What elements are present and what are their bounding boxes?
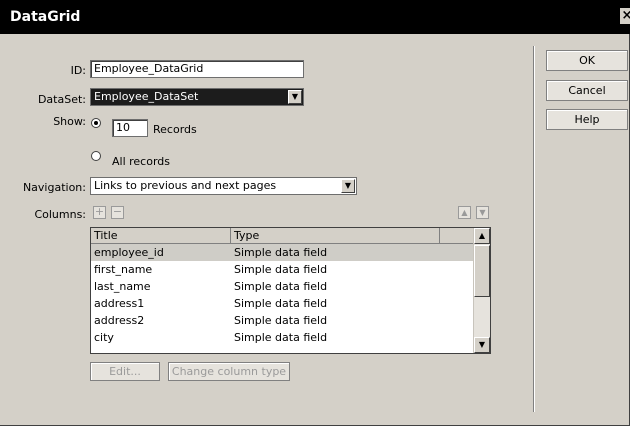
id-field[interactable]: Employee_DataGrid [90,60,304,78]
cell-title: address1 [94,297,145,310]
remove-column-button[interactable]: − [111,206,124,219]
help-button[interactable]: Help [546,109,628,130]
table-header: Title Type [91,228,474,244]
add-column-button[interactable]: + [93,206,106,219]
table-scrollbar[interactable]: ▲ ▼ [473,228,490,353]
dataset-label: DataSet: [37,93,86,106]
table-row[interactable]: last_name Simple data field [91,278,474,295]
cell-type: Simple data field [234,246,328,259]
table-row[interactable]: employee_id Simple data field [91,244,474,261]
cell-type: Simple data field [234,297,328,310]
all-records-radio[interactable] [91,151,101,161]
columns-label: Columns: [34,208,86,221]
cell-type: Simple data field [234,314,328,327]
scroll-up-icon[interactable]: ▲ [474,228,490,244]
cell-title: address2 [94,314,145,327]
ok-button[interactable]: OK [546,50,628,71]
cell-title: employee_id [94,246,164,259]
cell-title: first_name [94,263,153,276]
column-header-type[interactable]: Type [231,228,440,243]
dataset-value: Employee_DataSet [94,90,199,103]
datagrid-dialog: DataGrid × ID: Employee_DataGrid DataSet… [0,0,630,426]
close-icon[interactable]: × [620,8,630,24]
column-header-title[interactable]: Title [91,228,231,243]
records-label: Records [153,123,197,136]
cell-title: last_name [94,280,151,293]
scroll-down-icon[interactable]: ▼ [474,337,490,353]
table-row[interactable]: first_name Simple data field [91,261,474,278]
navigation-value: Links to previous and next pages [94,179,277,192]
show-label: Show: [53,115,86,128]
move-down-button[interactable]: ▼ [476,206,489,219]
scroll-thumb[interactable] [474,245,490,297]
records-radio[interactable] [91,118,101,128]
cell-title: city [94,331,114,344]
navigation-select[interactable]: Links to previous and next pages ▼ [90,177,357,195]
change-column-type-button[interactable]: Change column type [168,362,290,381]
cell-type: Simple data field [234,280,328,293]
table-row[interactable]: address2 Simple data field [91,312,474,329]
navigation-label: Navigation: [22,181,86,194]
table-row[interactable]: city Simple data field [91,329,474,346]
window-title: DataGrid [10,9,81,25]
all-records-label: All records [112,155,171,168]
chevron-down-icon[interactable]: ▼ [288,90,302,104]
cell-type: Simple data field [234,331,328,344]
edit-button[interactable]: Edit... [90,362,160,381]
title-bar: DataGrid × [0,0,630,34]
cancel-button[interactable]: Cancel [546,80,628,101]
chevron-down-icon[interactable]: ▼ [341,179,355,193]
columns-table[interactable]: Title Type employee_id Simple data field… [90,227,491,354]
records-count-field[interactable]: 10 [112,119,148,137]
table-row[interactable]: address1 Simple data field [91,295,474,312]
dataset-select[interactable]: Employee_DataSet ▼ [90,88,304,106]
move-up-button[interactable]: ▲ [458,206,471,219]
id-label: ID: [70,64,86,77]
cell-type: Simple data field [234,263,328,276]
separator [533,46,535,412]
